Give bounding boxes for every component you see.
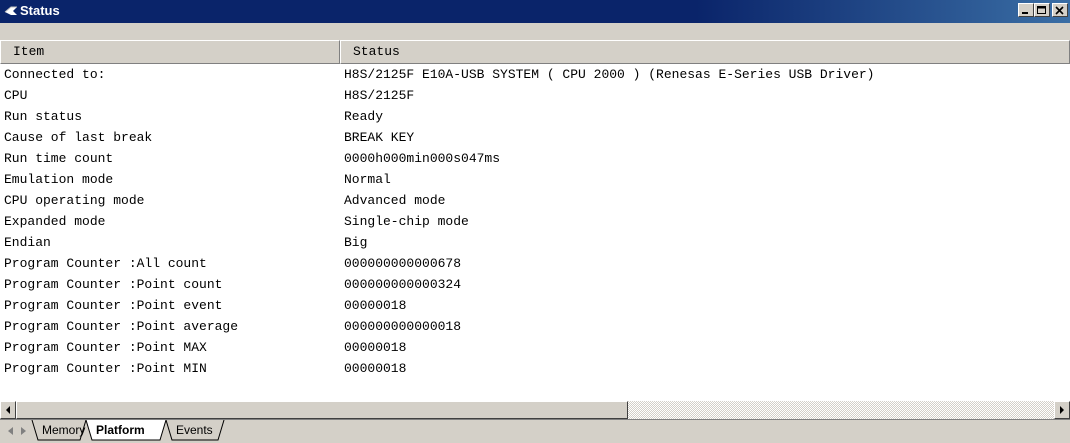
status-cell: Advanced mode [344, 193, 446, 208]
status-cell: 00000018 [344, 340, 407, 355]
tab-memory[interactable]: Memory [42, 420, 85, 440]
table-row[interactable]: Program Counter :Point count 00000000000… [0, 274, 1070, 295]
table-row[interactable]: CPU H8S/2125F [0, 85, 1070, 106]
item-cell: CPU [4, 88, 28, 103]
item-cell: Expanded mode [4, 214, 106, 229]
tab-events[interactable]: Events [176, 420, 213, 440]
item-cell: Emulation mode [4, 172, 114, 187]
scrollbar-thumb[interactable] [16, 401, 628, 419]
item-cell: Cause of last break [4, 130, 153, 145]
item-cell: Program Counter :Point MIN [4, 361, 207, 376]
status-cell: BREAK KEY [344, 130, 415, 145]
status-cell: Normal [344, 172, 391, 187]
maximize-button[interactable] [1034, 3, 1050, 17]
maximize-icon [1037, 6, 1046, 14]
item-cell: Run time count [4, 151, 114, 166]
status-cell: 000000000000678 [344, 256, 462, 271]
table-row[interactable]: Run status Ready [0, 106, 1070, 127]
scroll-right-button[interactable] [1054, 401, 1070, 419]
arrow-left-icon [6, 406, 10, 414]
close-button[interactable] [1052, 3, 1068, 17]
status-cell: Ready [344, 109, 384, 124]
status-cell: H8S/2125F [344, 88, 415, 103]
status-cell: 0000h000min000s047ms [344, 151, 501, 166]
status-cell: Big [344, 235, 368, 250]
status-cell: H8S/2125F E10A-USB SYSTEM ( CPU 2000 ) (… [344, 67, 875, 82]
item-cell: Connected to: [4, 67, 106, 82]
horizontal-scrollbar[interactable] [0, 401, 1070, 419]
status-list[interactable]: Connected to: H8S/2125F E10A-USB SYSTEM … [0, 64, 1070, 401]
table-row[interactable]: Program Counter :Point MIN 00000018 [0, 358, 1070, 379]
table-row[interactable]: Endian Big [0, 232, 1070, 253]
item-cell: Program Counter :Point event [4, 298, 223, 313]
item-cell: CPU operating mode [4, 193, 145, 208]
item-cell: Run status [4, 109, 83, 124]
arrow-right-icon [1060, 406, 1064, 414]
window-icon [4, 6, 17, 15]
column-header: Item Status [0, 40, 1070, 64]
sheet-tab-strip: Memory Platform Events [0, 419, 1070, 443]
table-row[interactable]: Emulation mode Normal [0, 169, 1070, 190]
minimize-icon [1022, 12, 1028, 14]
close-icon [1055, 6, 1064, 15]
table-row[interactable]: Program Counter :Point average 000000000… [0, 316, 1070, 337]
table-row[interactable]: Program Counter :Point MAX 00000018 [0, 337, 1070, 358]
scroll-left-button[interactable] [0, 401, 16, 419]
status-cell: Single-chip mode [344, 214, 469, 229]
table-row[interactable]: Cause of last break BREAK KEY [0, 127, 1070, 148]
column-header-status[interactable]: Status [340, 40, 1070, 64]
status-cell: 000000000000324 [344, 277, 462, 292]
window-title: Status [20, 3, 60, 18]
table-row[interactable]: Expanded mode Single-chip mode [0, 211, 1070, 232]
minimize-button[interactable] [1018, 3, 1034, 17]
table-row[interactable]: Program Counter :Point event 00000018 [0, 295, 1070, 316]
item-cell: Program Counter :Point count [4, 277, 223, 292]
table-row[interactable]: Run time count 0000h000min000s047ms [0, 148, 1070, 169]
table-row[interactable]: Program Counter :All count 0000000000006… [0, 253, 1070, 274]
status-window: Status Item Status Connected to: H8S/212… [0, 0, 1070, 443]
item-cell: Program Counter :Point average [4, 319, 239, 334]
tab-platform[interactable]: Platform [96, 420, 145, 440]
status-cell: 00000018 [344, 298, 407, 313]
item-cell: Program Counter :Point MAX [4, 340, 207, 355]
column-header-item[interactable]: Item [0, 40, 340, 64]
status-cell: 000000000000018 [344, 319, 462, 334]
table-row[interactable]: CPU operating mode Advanced mode [0, 190, 1070, 211]
item-cell: Endian [4, 235, 51, 250]
status-cell: 00000018 [344, 361, 407, 376]
item-cell: Program Counter :All count [4, 256, 207, 271]
title-bar[interactable]: Status [0, 0, 1070, 23]
table-row[interactable]: Connected to: H8S/2125F E10A-USB SYSTEM … [0, 64, 1070, 85]
